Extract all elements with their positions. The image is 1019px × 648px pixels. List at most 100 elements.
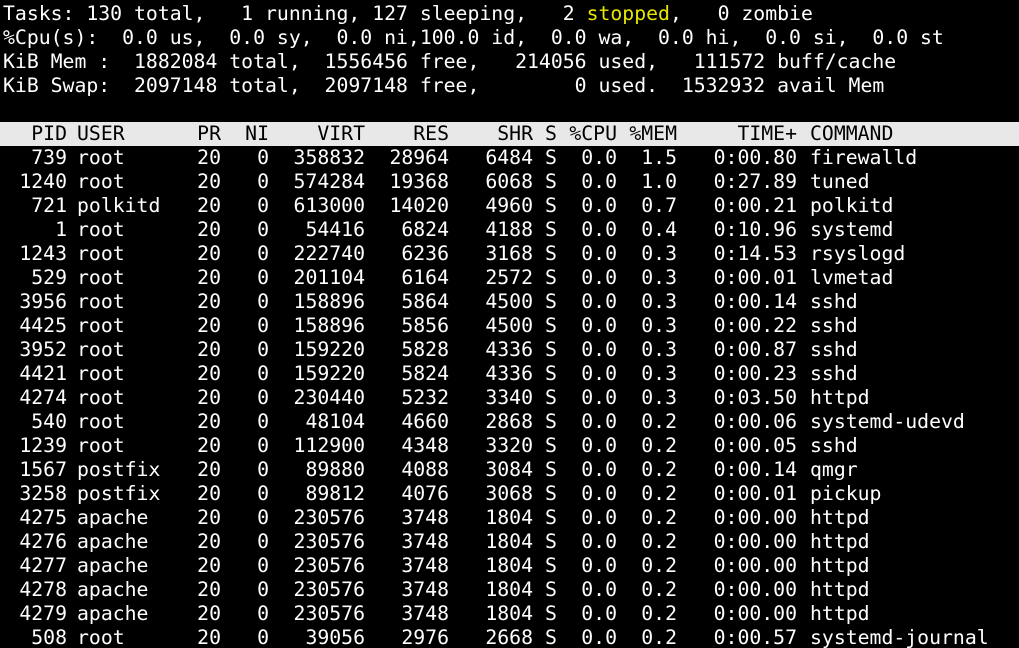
- table-row[interactable]: 1root2005441668244188S0.00.40:10.96syste…: [3, 218, 1019, 242]
- header-row: PIDUSERPRNIVIRTRESSHRS%CPU%MEMTIME+COMMA…: [3, 122, 1019, 146]
- table-row[interactable]: 4279apache20023057637481804S0.00.20:00.0…: [3, 602, 1019, 626]
- cell-virt: 48104: [269, 410, 365, 434]
- cell-shr: 6068: [449, 170, 533, 194]
- table-row[interactable]: 721polkitd200613000140204960S0.00.70:00.…: [3, 194, 1019, 218]
- cell-time: 0:00.80: [677, 146, 797, 170]
- cell-time: 0:00.14: [677, 290, 797, 314]
- table-row[interactable]: 4277apache20023057637481804S0.00.20:00.0…: [3, 554, 1019, 578]
- cell-pid: 721: [3, 194, 67, 218]
- cell-pid: 3956: [3, 290, 67, 314]
- cell-res: 28964: [365, 146, 449, 170]
- cell-pid: 3258: [3, 482, 67, 506]
- cell-pid: 1567: [3, 458, 67, 482]
- cell-priority: 20: [173, 146, 221, 170]
- cell-command: sshd: [810, 362, 1019, 386]
- cell-time: 0:00.22: [677, 314, 797, 338]
- cell-time: 0:00.00: [677, 530, 797, 554]
- cell-command: sshd: [810, 314, 1019, 338]
- table-row[interactable]: 4275apache20023057637481804S0.00.20:00.0…: [3, 506, 1019, 530]
- cell-cpu: 0.0: [557, 434, 617, 458]
- cell-virt: 158896: [269, 314, 365, 338]
- cell-nice: 0: [221, 410, 269, 434]
- cell-shr: 4336: [449, 362, 533, 386]
- table-row[interactable]: 4278apache20023057637481804S0.00.20:00.0…: [3, 578, 1019, 602]
- cell-priority: 20: [173, 242, 221, 266]
- cell-mem: 0.2: [617, 410, 677, 434]
- cell-command: httpd: [810, 530, 1019, 554]
- column-header-shr[interactable]: SHR: [449, 122, 533, 146]
- cell-pid: 4425: [3, 314, 67, 338]
- cell-command: firewalld: [810, 146, 1019, 170]
- column-header-pid[interactable]: PID: [3, 122, 67, 146]
- column-header-cpu[interactable]: %CPU: [557, 122, 617, 146]
- cell-shr: 1804: [449, 602, 533, 626]
- table-row[interactable]: 4274root20023044052323340S0.00.30:03.50h…: [3, 386, 1019, 410]
- cell-time: 0:00.00: [677, 554, 797, 578]
- cell-command: httpd: [810, 602, 1019, 626]
- tasks-stopped-label: stopped: [587, 2, 670, 25]
- cell-pid: 1: [3, 218, 67, 242]
- table-row[interactable]: 1239root20011290043483320S0.00.20:00.05s…: [3, 434, 1019, 458]
- cell-cpu: 0.0: [557, 194, 617, 218]
- table-row[interactable]: 3258postfix2008981240763068S0.00.20:00.0…: [3, 482, 1019, 506]
- cell-mem: 0.2: [617, 434, 677, 458]
- cell-time: 0:00.14: [677, 458, 797, 482]
- terminal-window[interactable]: Tasks: 130 total, 1 running, 127 sleepin…: [0, 0, 1019, 648]
- cell-priority: 20: [173, 386, 221, 410]
- cell-priority: 20: [173, 362, 221, 386]
- cell-shr: 3084: [449, 458, 533, 482]
- cell-mem: 0.2: [617, 506, 677, 530]
- cell-shr: 2868: [449, 410, 533, 434]
- cell-priority: 20: [173, 266, 221, 290]
- cell-pid: 4279: [3, 602, 67, 626]
- cell-shr: 4188: [449, 218, 533, 242]
- column-header-time[interactable]: TIME+: [677, 122, 797, 146]
- cell-cpu: 0.0: [557, 242, 617, 266]
- table-row[interactable]: 1243root20022274062363168S0.00.30:14.53r…: [3, 242, 1019, 266]
- column-header-command[interactable]: COMMAND: [810, 122, 1019, 146]
- cell-priority: 20: [173, 626, 221, 648]
- table-row[interactable]: 739root200358832289646484S0.01.50:00.80f…: [3, 146, 1019, 170]
- table-row[interactable]: 3952root20015922058284336S0.00.30:00.87s…: [3, 338, 1019, 362]
- cell-cpu: 0.0: [557, 602, 617, 626]
- cell-virt: 54416: [269, 218, 365, 242]
- table-row[interactable]: 4425root20015889658564500S0.00.30:00.22s…: [3, 314, 1019, 338]
- cell-shr: 6484: [449, 146, 533, 170]
- cell-virt: 159220: [269, 338, 365, 362]
- table-row[interactable]: 1240root200574284193686068S0.01.00:27.89…: [3, 170, 1019, 194]
- cell-cpu: 0.0: [557, 170, 617, 194]
- cell-nice: 0: [221, 626, 269, 648]
- cell-shr: 4336: [449, 338, 533, 362]
- cell-mem: 0.2: [617, 602, 677, 626]
- table-row[interactable]: 529root20020110461642572S0.00.30:00.01lv…: [3, 266, 1019, 290]
- table-row[interactable]: 4276apache20023057637481804S0.00.20:00.0…: [3, 530, 1019, 554]
- cell-time: 0:00.23: [677, 362, 797, 386]
- process-table-header[interactable]: PIDUSERPRNIVIRTRESSHRS%CPU%MEMTIME+COMMA…: [0, 122, 1019, 146]
- column-header-mem[interactable]: %MEM: [617, 122, 677, 146]
- column-header-priority[interactable]: PR: [173, 122, 221, 146]
- cell-pid: 508: [3, 626, 67, 648]
- table-row[interactable]: 540root2004810446602868S0.00.20:00.06sys…: [3, 410, 1019, 434]
- cell-mem: 0.4: [617, 218, 677, 242]
- cell-command: httpd: [810, 554, 1019, 578]
- table-row[interactable]: 1567postfix2008988040883084S0.00.20:00.1…: [3, 458, 1019, 482]
- column-header-nice[interactable]: NI: [221, 122, 269, 146]
- cell-nice: 0: [221, 362, 269, 386]
- table-row[interactable]: 508root2003905629762668S0.00.20:00.57sys…: [3, 626, 1019, 648]
- cell-priority: 20: [173, 194, 221, 218]
- table-row[interactable]: 3956root20015889658644500S0.00.30:00.14s…: [3, 290, 1019, 314]
- cell-priority: 20: [173, 338, 221, 362]
- cell-priority: 20: [173, 218, 221, 242]
- cell-time: 0:10.96: [677, 218, 797, 242]
- column-header-virt[interactable]: VIRT: [269, 122, 365, 146]
- cell-nice: 0: [221, 338, 269, 362]
- cell-command: sshd: [810, 434, 1019, 458]
- cell-cpu: 0.0: [557, 554, 617, 578]
- cell-priority: 20: [173, 434, 221, 458]
- cell-nice: 0: [221, 554, 269, 578]
- cell-nice: 0: [221, 146, 269, 170]
- cell-mem: 0.3: [617, 362, 677, 386]
- table-row[interactable]: 4421root20015922058244336S0.00.30:00.23s…: [3, 362, 1019, 386]
- cell-cpu: 0.0: [557, 146, 617, 170]
- column-header-res[interactable]: RES: [365, 122, 449, 146]
